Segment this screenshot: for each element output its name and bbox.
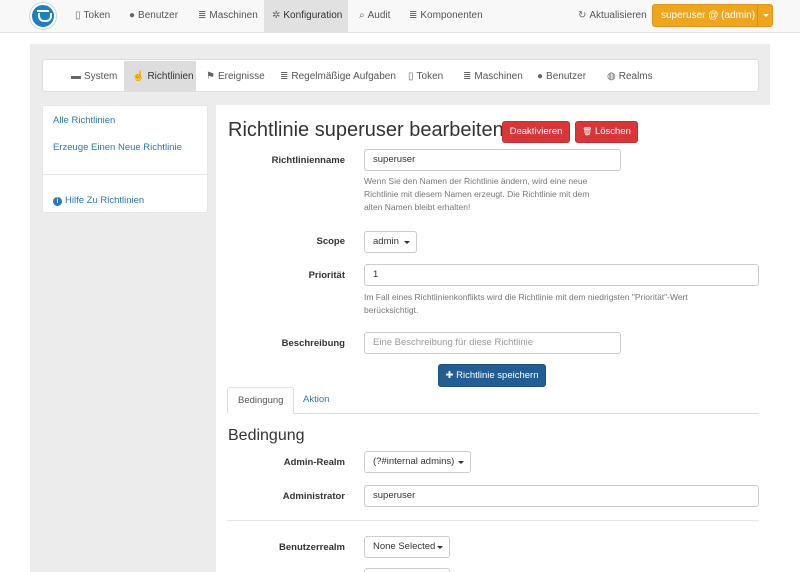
list-icon: ≣	[463, 71, 472, 82]
next-field-input[interactable]	[364, 568, 450, 572]
tab-bedingung[interactable]: Bedingung	[227, 387, 295, 414]
config-subnav: ▬ System ☝ Richtlinien ⚑ Ereignisse ≣ Regelm…	[42, 59, 759, 92]
link-all-policies[interactable]: Alle Richtlinien	[53, 115, 115, 126]
page-title: Richtlinie superuser bearbeiten	[228, 119, 504, 141]
administrator-label: Administrator	[282, 491, 345, 502]
priority-help-line: berücksichtigt.	[364, 305, 419, 315]
subnav-maschinen-label: Maschinen	[474, 71, 523, 82]
subnav-realms[interactable]: ◍ Realms	[599, 61, 661, 92]
flag-icon: ⚑	[206, 71, 215, 82]
deactivate-button[interactable]: Deaktivieren	[502, 121, 570, 143]
user-icon: ●	[537, 71, 544, 82]
sidebar-divider	[43, 174, 207, 175]
admin-realm-value: (?#internal admins)	[373, 456, 455, 467]
refresh-label: Aktualisieren	[589, 10, 647, 21]
list-icon: ≣	[198, 10, 207, 21]
user-realm-select[interactable]: None Selected	[364, 536, 450, 558]
section-divider	[227, 520, 759, 521]
user-icon: ●	[129, 10, 136, 21]
subnav-benutzer[interactable]: ● Benutzer	[529, 61, 594, 92]
info-icon: i	[53, 197, 62, 206]
nav-komponenten[interactable]: ≣ Komponenten	[401, 0, 491, 32]
link-new-policy[interactable]: Erzeuge Einen Neue Richtlinie	[53, 142, 182, 153]
policy-name-help-line: Wenn Sie den Namen der Richtlinie ändern…	[364, 176, 588, 186]
delete-button[interactable]: 🗑 Löschen	[575, 121, 638, 143]
thumbs-up-icon: ☝	[132, 71, 145, 82]
briefcase-icon: ▬	[71, 71, 81, 82]
link-policy-help[interactable]: i Hilfe Zu Richtlinien	[53, 195, 144, 206]
trash-icon: 🗑	[582, 127, 593, 136]
privacyidea-logo-icon[interactable]	[30, 3, 56, 29]
admin-realm-select[interactable]: (?#internal admins)	[364, 451, 471, 473]
subnav-realms-label: Realms	[618, 71, 653, 82]
subnav-regelmaessige-aufgaben[interactable]: ≣ Regelmäßige Aufgaben	[272, 61, 404, 92]
refresh-button[interactable]: ↻ Aktualisieren	[570, 0, 655, 32]
subnav-ereignisse[interactable]: ⚑ Ereignisse	[198, 61, 273, 92]
priority-help: Im Fall eines Richtlinienkonflikts wird …	[364, 291, 688, 317]
priority-input[interactable]: 1	[364, 264, 759, 286]
nav-komponenten-label: Komponenten	[420, 10, 483, 21]
tab-aktion[interactable]: Aktion	[293, 387, 339, 414]
scope-label: Scope	[316, 236, 345, 247]
chevron-down-icon	[458, 461, 464, 464]
search-icon: ⌕	[359, 10, 365, 21]
refresh-icon: ↻	[578, 10, 587, 21]
nav-audit[interactable]: ⌕ Audit	[351, 0, 398, 32]
save-policy-button[interactable]: ✚ Richtlinie speichern	[438, 364, 546, 387]
subnav-system[interactable]: ▬ System	[63, 61, 125, 92]
subnav-maschinen[interactable]: ≣ Maschinen	[455, 61, 531, 92]
scope-value: admin	[373, 236, 399, 247]
nav-maschinen-label: Maschinen	[209, 10, 258, 21]
administrator-input[interactable]: superuser	[364, 485, 759, 507]
description-input[interactable]: Eine Beschreibung für diese Richtlinie	[364, 332, 621, 354]
nav-maschinen[interactable]: ≣ Maschinen	[190, 0, 266, 32]
save-policy-label: Richtlinie speichern	[456, 370, 539, 381]
list-icon: ≣	[280, 71, 289, 82]
policy-name-help-line: Richtlinie mit diesem Namen erzeugt. Die…	[364, 189, 590, 199]
nav-konfiguration-label: Konfiguration	[283, 10, 343, 21]
nav-konfiguration[interactable]: ✲ Konfiguration	[264, 0, 348, 32]
subnav-token-label: Token	[416, 71, 444, 82]
chevron-down-icon	[437, 546, 443, 549]
globe-icon: ◍	[607, 71, 616, 82]
subnav-richtlinien-label: Richtlinien	[147, 71, 194, 82]
nav-benutzer[interactable]: ● Benutzer	[121, 0, 186, 32]
subnav-system-label: System	[84, 71, 118, 82]
nav-token-label: Token	[83, 10, 111, 21]
policy-name-help: Wenn Sie den Namen der Richtlinie ändern…	[364, 175, 589, 214]
user-realm-label: Benutzerrealm	[279, 542, 345, 553]
scope-select[interactable]: admin	[364, 231, 417, 253]
section-title: Bedingung	[228, 427, 305, 444]
subnav-benutzer-label: Benutzer	[546, 71, 587, 82]
subnav-richtlinien[interactable]: ☝ Richtlinien	[124, 61, 196, 92]
nav-audit-label: Audit	[367, 10, 391, 21]
admin-realm-label: Admin-Realm	[283, 457, 345, 468]
subnav-token[interactable]: ▯ Token	[400, 61, 451, 92]
link-policy-help-label: Hilfe Zu Richtlinien	[65, 195, 145, 206]
priority-label: Priorität	[308, 270, 345, 281]
subnav-ereignisse-label: Ereignisse	[217, 71, 265, 82]
subnav-aufgaben-label: Regelmäßige Aufgaben	[291, 71, 396, 82]
mobile-icon: ▯	[408, 71, 414, 82]
policy-name-input[interactable]: superuser	[364, 149, 621, 171]
user-menu-button[interactable]: superuser @ (admin)	[652, 4, 773, 27]
policy-name-help-line: alten Namen bleibt erhalten!	[364, 202, 471, 212]
delete-button-label: Löschen	[594, 126, 631, 137]
policy-sidebar: Alle Richtlinien Erzeuge Einen Neue Rich…	[42, 105, 208, 213]
list-icon: ≣	[409, 10, 418, 21]
nav-token[interactable]: ▯ Token	[67, 0, 118, 32]
user-realm-value: None Selected	[373, 541, 436, 552]
chevron-down-icon[interactable]	[757, 5, 772, 26]
chevron-down-icon	[404, 241, 410, 244]
plus-icon: ✚	[445, 370, 454, 381]
priority-help-line: Im Fall eines Richtlinienkonflikts wird …	[364, 292, 688, 302]
user-menu-label: superuser @ (admin)	[661, 10, 756, 21]
cog-icon: ✲	[272, 10, 281, 21]
top-navbar: ▯ Token ● Benutzer ≣ Maschinen ✲ Konfigurati…	[0, 0, 800, 33]
policy-name-label: Richtlinienname	[271, 155, 345, 166]
nav-benutzer-label: Benutzer	[138, 10, 179, 21]
mobile-icon: ▯	[75, 10, 81, 21]
description-label: Beschreibung	[281, 338, 345, 349]
